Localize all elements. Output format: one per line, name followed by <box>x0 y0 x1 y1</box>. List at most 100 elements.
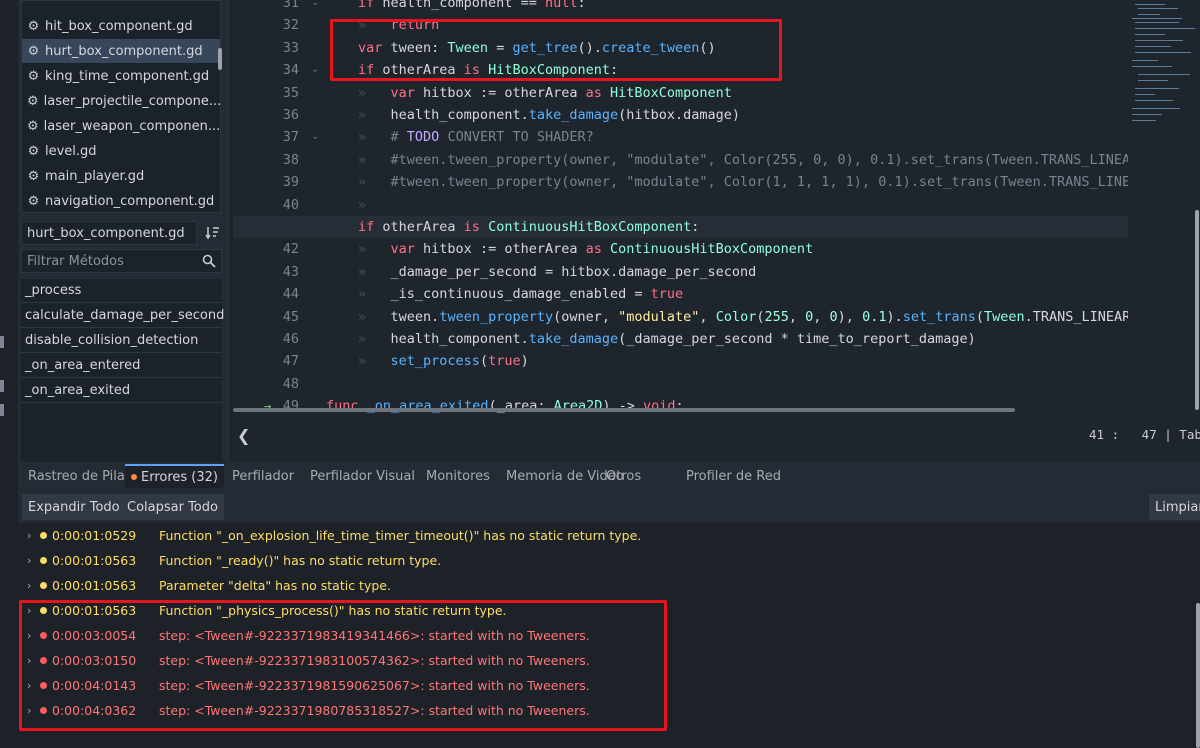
code-token: hitbox := otherArea <box>423 241 586 258</box>
left-dock-strip <box>0 0 18 462</box>
file-list-item[interactable]: ⚙ main_player.gd <box>22 164 220 188</box>
sort-icon[interactable] <box>204 224 222 242</box>
file-list-item[interactable]: ⚙ hit_box_component.gd <box>22 14 220 38</box>
minimap-line <box>1132 108 1180 109</box>
tab-marker: » <box>358 331 367 347</box>
tab-rastreo-de-pila[interactable]: Rastreo de Pila <box>22 464 131 488</box>
gear-icon: ⚙ <box>27 143 40 159</box>
search-icon <box>202 254 216 268</box>
code-minimap[interactable] <box>1128 0 1200 418</box>
code-text: func _on_area_exited(_area: Area2D) -> v… <box>326 395 684 417</box>
tab-monitores[interactable]: Monitores <box>420 464 496 488</box>
tab-perfilador[interactable]: Perfilador <box>226 464 300 488</box>
chevron-right-icon[interactable]: › <box>27 604 31 617</box>
tab-marker: » <box>358 107 367 123</box>
file-list-item[interactable]: ⚙ laser_weapon_componen... <box>22 114 220 138</box>
dock-marker <box>0 380 4 392</box>
warning-icon <box>40 532 47 539</box>
chevron-right-icon[interactable]: › <box>27 529 31 542</box>
error-time: 0:00:04:0362 <box>52 703 137 718</box>
method-list: _process calculate_damage_per_second disab… <box>21 279 224 462</box>
code-line[interactable] <box>233 373 1128 395</box>
code-token: ( <box>975 308 985 325</box>
minimap-line <box>1135 28 1195 29</box>
code-text: if otherArea is HitBoxComponent: <box>358 59 618 81</box>
file-list-item[interactable]: ⚙ hurt_box_component.gd <box>22 39 220 63</box>
method-list-item[interactable]: calculate_damage_per_second <box>21 304 224 328</box>
code-token: 255 <box>764 308 789 325</box>
file-list-item[interactable]: ⚙ king_time_component.gd <box>22 64 220 88</box>
tab-profiler-de-red[interactable]: Profiler de Red <box>680 464 787 488</box>
method-list-item[interactable]: _on_area_entered <box>21 354 222 378</box>
file-list-item[interactable]: ⚙ level.gd <box>22 139 220 163</box>
chevron-left-icon[interactable]: ❮ <box>237 426 250 445</box>
error-row[interactable]: › 0:00:01:0563 Parameter "delta" has no st… <box>18 573 1188 598</box>
tab-label: Otros <box>606 468 642 484</box>
error-message: step: <Tween#-9223371981590625067>: star… <box>159 678 590 693</box>
chevron-right-icon[interactable]: › <box>27 554 31 567</box>
gear-icon: ⚙ <box>27 168 40 184</box>
minimap-line <box>1135 4 1165 5</box>
method-list-item[interactable]: _on_area_exited <box>21 379 222 403</box>
editor-horizontal-scrollbar[interactable] <box>233 408 1015 412</box>
error-row[interactable]: › 0:00:04:0362 step: <Tween#-9223371980785… <box>18 698 1188 723</box>
error-row[interactable]: › 0:00:04:0143 step: <Tween#-9223371981590… <box>18 673 1188 698</box>
code-token: if <box>358 219 383 235</box>
debugger-panel: Rastreo de Pila Errores (32) Perfilador Per… <box>18 462 1200 748</box>
error-row[interactable]: › 0:00:03:0054 step: <Tween#-9223371983419… <box>18 623 1188 648</box>
file-list-item[interactable]: ⚙ laser_projectile_compone... <box>22 89 220 113</box>
editor-vertical-scrollbar[interactable] <box>1195 210 1199 410</box>
tab-marker: » <box>358 308 367 325</box>
tab-perfilador-visual[interactable]: Perfilador Visual <box>304 464 421 488</box>
expand-all-button[interactable]: Expandir Todo <box>22 494 126 520</box>
method-list-item[interactable]: disable_collision_detection <box>21 329 222 353</box>
code-token: true <box>488 353 521 370</box>
code-text: if health_component == null: <box>358 0 586 14</box>
code-token: tween: <box>390 39 448 56</box>
code-token: ) <box>520 353 529 370</box>
code-editor[interactable]: 31⌄323334⌄353637⌄38394041⌄42434445464748… <box>233 0 1200 418</box>
chevron-right-icon[interactable]: › <box>27 704 31 717</box>
code-text: » _damage_per_second = hitbox.damage_per… <box>358 261 756 283</box>
error-list-scrollbar[interactable] <box>1196 603 1200 748</box>
dock-marker <box>0 404 4 416</box>
code-token: : <box>577 0 586 11</box>
method-list-item[interactable]: _process <box>21 279 222 303</box>
error-time: 0:00:01:0563 <box>52 553 137 568</box>
chevron-right-icon[interactable]: › <box>27 629 31 642</box>
file-name: laser_projectile_compone... <box>43 93 220 109</box>
filter-methods-placeholder: Filtrar Métodos <box>27 253 124 269</box>
chevron-right-icon[interactable]: › <box>27 679 31 692</box>
clear-button[interactable]: Limpiar <box>1149 494 1200 520</box>
filter-methods-input[interactable]: Filtrar Métodos <box>21 249 222 273</box>
error-row[interactable]: › 0:00:03:0150 step: <Tween#-9223371983100… <box>18 648 1188 673</box>
code-text: » tween.tween_property(owner, "modulate"… <box>358 306 1130 328</box>
code-text: » # TODO CONVERT TO SHADER? <box>358 126 594 148</box>
error-list[interactable]: › 0:00:01:0529 Function "_on_explosion_lif… <box>18 523 1200 748</box>
file-name: laser_weapon_componen... <box>43 118 220 134</box>
tab-marker: » <box>358 151 367 168</box>
chevron-right-icon[interactable]: › <box>27 654 31 667</box>
chevron-right-icon[interactable]: › <box>27 579 31 592</box>
tab-errores-32-[interactable]: Errores (32) <box>125 464 224 488</box>
script-file-list[interactable]: ⚙ hit_box_component.gd ⚙ hurt_box_component… <box>21 0 221 213</box>
collapse-all-button[interactable]: Colapsar Todo <box>121 494 224 520</box>
code-token: TODO <box>406 129 440 146</box>
code-token: = <box>488 39 513 56</box>
code-token: .TRANS_LINEAR <box>1024 308 1131 325</box>
file-list-scrollbar[interactable] <box>218 48 222 70</box>
code-token: #tween.tween_property(owner, "modulate",… <box>390 174 1131 191</box>
code-token: var <box>358 39 391 56</box>
file-list-item[interactable]: ⚙ navigation_component.gd <box>22 189 220 212</box>
error-row[interactable]: › 0:00:01:0563 Function "_ready()" has no … <box>18 548 1188 573</box>
code-token: _damage_per_second = hitbox.damage_per_s… <box>390 263 757 280</box>
code-token: is <box>463 219 489 235</box>
code-token: take_damage <box>528 107 619 123</box>
minimap-line <box>1138 8 1178 9</box>
code-token: HitBoxComponent <box>488 62 610 79</box>
error-time: 0:00:03:0150 <box>52 653 137 668</box>
code-token: "modulate" <box>618 308 700 325</box>
tab-otros[interactable]: Otros <box>600 464 647 488</box>
error-row[interactable]: › 0:00:01:0563 Function "_physics_process(… <box>18 598 1188 623</box>
error-row[interactable]: › 0:00:01:0529 Function "_on_explosion_lif… <box>18 523 1188 548</box>
